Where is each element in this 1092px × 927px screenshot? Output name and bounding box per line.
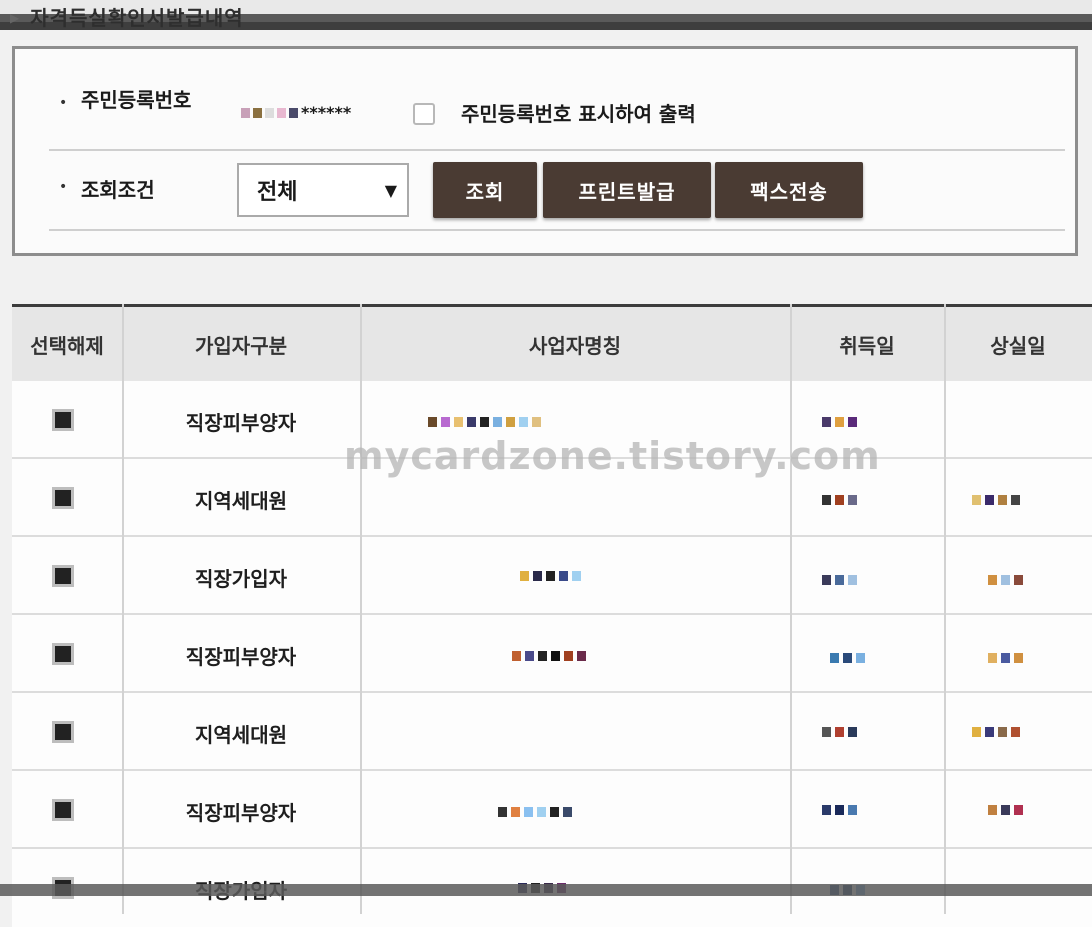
loss-date-redacted (972, 495, 1020, 505)
table-row: 직장피부양자 (12, 771, 1092, 849)
header-deselect[interactable]: 선택해제 (12, 307, 122, 381)
row-member-type: 직장피부양자 (185, 801, 297, 825)
table-row: 직장피부양자 (12, 615, 1092, 693)
resident-number-mask: ****** (301, 103, 352, 122)
resident-number-label: 주민등록번호 (81, 88, 192, 112)
column-divider (944, 304, 946, 914)
print-issue-button[interactable]: 프린트발급 (543, 162, 711, 218)
divider (49, 149, 1065, 151)
business-name-redacted (498, 807, 572, 817)
condition-select-value: 전체 (257, 180, 298, 205)
header-acquire-date: 취득일 (839, 333, 895, 358)
masked-pixel (277, 107, 286, 118)
loss-date-redacted (988, 805, 1023, 815)
search-panel: • 주민등록번호 ****** 주민등록번호 표시하여 출력 • 조회조건 전체… (12, 46, 1078, 256)
triangle-right-icon: ▶ (10, 11, 21, 25)
loss-date-redacted (972, 727, 1020, 737)
row-checkbox[interactable] (52, 721, 74, 743)
fax-send-button[interactable]: 팩스전송 (715, 162, 863, 218)
row-checkbox[interactable] (52, 643, 74, 665)
watermark: mycardzone.tistory.com (344, 434, 881, 478)
divider (49, 229, 1065, 231)
acquire-date-redacted (822, 417, 857, 427)
caret-down-icon: ▼ (384, 181, 397, 200)
business-name-redacted (512, 651, 586, 661)
row-member-type: 지역세대원 (195, 723, 287, 747)
business-name-redacted (520, 571, 581, 581)
condition-select[interactable]: 전체 ▼ (237, 163, 409, 217)
row-checkbox[interactable] (52, 799, 74, 821)
header-business-name: 사업자명칭 (529, 333, 621, 358)
table-row: 직장가입자 (12, 537, 1092, 615)
acquire-date-redacted (822, 805, 857, 815)
row-member-type: 직장피부양자 (185, 645, 297, 669)
bottom-bar (0, 884, 1092, 896)
show-resident-number-checkbox[interactable] (413, 103, 435, 125)
row-member-type: 지역세대원 (195, 489, 287, 513)
acquire-date-redacted (822, 575, 857, 585)
column-divider (360, 304, 362, 914)
loss-date-redacted (988, 653, 1023, 663)
condition-label: 조회조건 (81, 178, 155, 202)
row-checkbox[interactable] (52, 487, 74, 509)
column-divider (790, 304, 792, 914)
search-button[interactable]: 조회 (433, 162, 537, 218)
acquire-date-redacted (822, 727, 857, 737)
masked-pixel (253, 107, 262, 118)
masked-pixel (289, 107, 298, 118)
bullet-icon: • (59, 179, 68, 195)
table-row: 지역세대원 (12, 693, 1092, 771)
row-member-type: 직장피부양자 (185, 411, 297, 435)
row-checkbox[interactable] (52, 409, 74, 431)
header-member-type: 가입자구분 (195, 333, 287, 358)
page-title-text: 자격득실확인서발급내역 (30, 6, 244, 30)
page-title: ▶ 자격득실확인서발급내역 (10, 2, 244, 31)
acquire-date-redacted (822, 495, 857, 505)
business-name-redacted (428, 417, 541, 427)
header-loss-date: 상실일 (990, 333, 1046, 358)
loss-date-redacted (988, 575, 1023, 585)
masked-pixel (241, 107, 250, 118)
show-resident-number-label: 주민등록번호 표시하여 출력 (461, 102, 696, 126)
row-checkbox[interactable] (52, 565, 74, 587)
acquire-date-redacted (830, 653, 865, 663)
masked-pixel (265, 107, 274, 118)
row-member-type: 직장가입자 (195, 567, 287, 591)
column-divider (122, 304, 124, 914)
bullet-icon: • (59, 95, 68, 111)
resident-number-value: ****** (241, 103, 351, 122)
qualification-table: 직장피부양자 지역세대원 직장가입자 직장피부양자 지역세대원 직장피부양자 선… (12, 304, 1092, 927)
